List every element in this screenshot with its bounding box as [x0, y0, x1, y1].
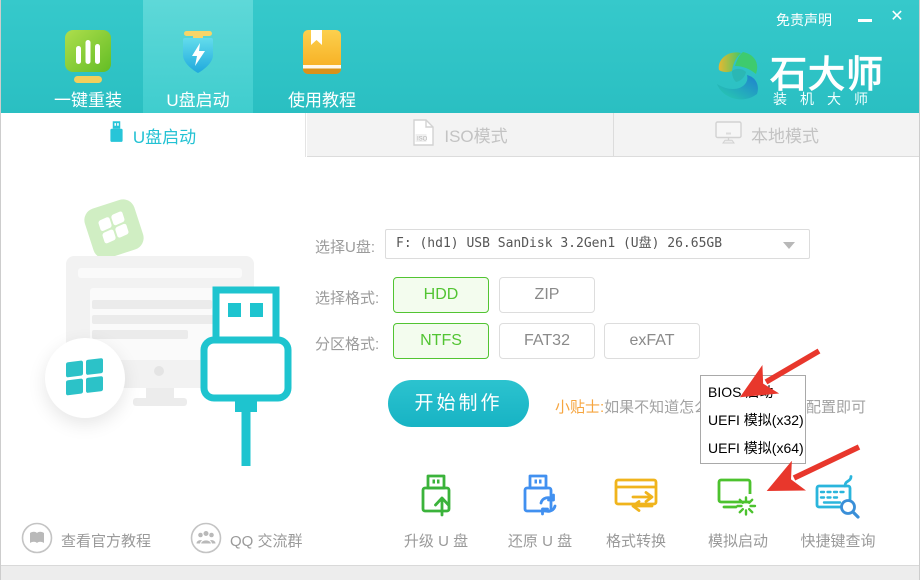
restore-usb-icon	[517, 473, 563, 523]
close-button[interactable]: ✕	[888, 8, 906, 26]
official-tutorial-link[interactable]: 查看官方教程	[21, 524, 151, 556]
usb-select-value: F: (hd1) USB SanDisk 3.2Gen1 (U盘) 26.65G…	[396, 230, 722, 258]
nav-tab-label: 使用教程	[267, 86, 377, 111]
mode-tab-iso[interactable]: ISO ISO模式	[307, 113, 613, 157]
tool-label: 模拟启动	[690, 530, 786, 551]
tool-format-convert[interactable]: 格式转换	[588, 473, 684, 551]
qq-group-icon	[190, 522, 222, 558]
usb-stick-icon	[109, 121, 124, 149]
mode-tab-label: 本地模式	[751, 122, 819, 147]
minimize-button[interactable]	[856, 10, 874, 28]
tool-upgrade-usb[interactable]: 升级 U 盘	[388, 473, 484, 551]
hotkey-search-icon	[815, 473, 861, 523]
simulate-boot-icon	[715, 473, 761, 523]
mode-tab-usb-boot[interactable]: U盘启动	[0, 113, 306, 157]
boot-menu-item-uefi-x64[interactable]: UEFI 模拟(x64)	[701, 434, 805, 462]
app-window: 一键重装 U盘启动	[0, 0, 920, 580]
nav-tab-label: U盘启动	[143, 86, 253, 111]
mode-tab-label: U盘启动	[133, 123, 196, 148]
logo-swirl-icon	[712, 48, 764, 111]
book-icon	[296, 28, 348, 85]
logo-subtitle: 装机大师	[773, 89, 881, 109]
footer-link-label: 查看官方教程	[61, 530, 151, 551]
mode-tab-local[interactable]: 本地模式	[613, 113, 920, 157]
mode-tab-bar: U盘启动 ISO ISO模式 本地	[0, 113, 920, 157]
tool-restore-usb[interactable]: 还原 U 盘	[492, 473, 588, 551]
mode-tab-label: ISO模式	[444, 122, 507, 147]
shield-lightning-icon	[172, 28, 224, 85]
boot-menu-item-uefi-x32[interactable]: UEFI 模拟(x32)	[701, 406, 805, 434]
iso-file-icon: ISO	[412, 119, 435, 151]
windows-chip-icon	[81, 196, 147, 262]
tool-label: 快捷键查询	[790, 530, 886, 551]
footer-link-label: QQ 交流群	[230, 530, 303, 551]
boot-mode-menu: BIOS 启动 UEFI 模拟(x32) UEFI 模拟(x64)	[700, 375, 806, 464]
nav-tab-label: 一键重装	[33, 86, 143, 111]
chart-icon	[61, 28, 115, 91]
monitor-base	[133, 398, 187, 406]
disclaimer-link[interactable]: 免责声明	[776, 10, 832, 30]
usb-select-label: 选择U盘:	[315, 236, 375, 257]
tool-simulate-boot[interactable]: 模拟启动	[690, 473, 786, 551]
window-bottom-strip	[0, 565, 920, 580]
format-convert-icon	[613, 473, 659, 523]
main-panel: 选择U盘: F: (hd1) USB SanDisk 3.2Gen1 (U盘) …	[0, 157, 920, 565]
svg-text:ISO: ISO	[417, 136, 428, 142]
partition-option-fat32[interactable]: FAT32	[499, 323, 595, 359]
tip-text: 小贴士:如果不知道怎么	[555, 396, 709, 417]
usb-plug-illustration	[195, 282, 295, 477]
format-option-hdd[interactable]: HDD	[393, 277, 489, 313]
monitor-stand	[146, 388, 174, 398]
format-label: 选择格式:	[315, 287, 379, 308]
partition-option-exfat[interactable]: exFAT	[604, 323, 700, 359]
boot-menu-item-bios[interactable]: BIOS 启动	[701, 378, 805, 406]
chevron-down-icon	[783, 242, 795, 249]
nav-tab-usb-boot[interactable]: U盘启动	[143, 0, 253, 113]
tool-label: 格式转换	[588, 530, 684, 551]
upgrade-usb-icon	[413, 473, 459, 523]
partition-label: 分区格式:	[315, 333, 379, 354]
minimize-icon	[858, 19, 872, 22]
nav-tab-tutorial[interactable]: 使用教程	[267, 0, 377, 113]
format-option-zip[interactable]: ZIP	[499, 277, 595, 313]
tool-hotkey-query[interactable]: 快捷键查询	[790, 473, 886, 551]
app-logo: 石大师 装机大师	[712, 44, 892, 108]
nav-tab-reinstall[interactable]: 一键重装	[33, 0, 143, 113]
partition-option-ntfs[interactable]: NTFS	[393, 323, 489, 359]
monitor-icon	[715, 121, 742, 149]
tip-text-tail: 配置即可	[806, 396, 866, 417]
qq-group-link[interactable]: QQ 交流群	[190, 524, 303, 556]
tutorial-book-icon	[21, 522, 53, 558]
header: 一键重装 U盘启动	[0, 0, 920, 113]
tool-label: 升级 U 盘	[388, 530, 484, 551]
windows-logo-icon	[45, 338, 125, 418]
start-make-button[interactable]: 开始制作	[388, 380, 529, 427]
usb-select-dropdown[interactable]: F: (hd1) USB SanDisk 3.2Gen1 (U盘) 26.65G…	[385, 229, 810, 259]
tip-label: 小贴士:	[555, 399, 604, 416]
tool-label: 还原 U 盘	[492, 530, 588, 551]
